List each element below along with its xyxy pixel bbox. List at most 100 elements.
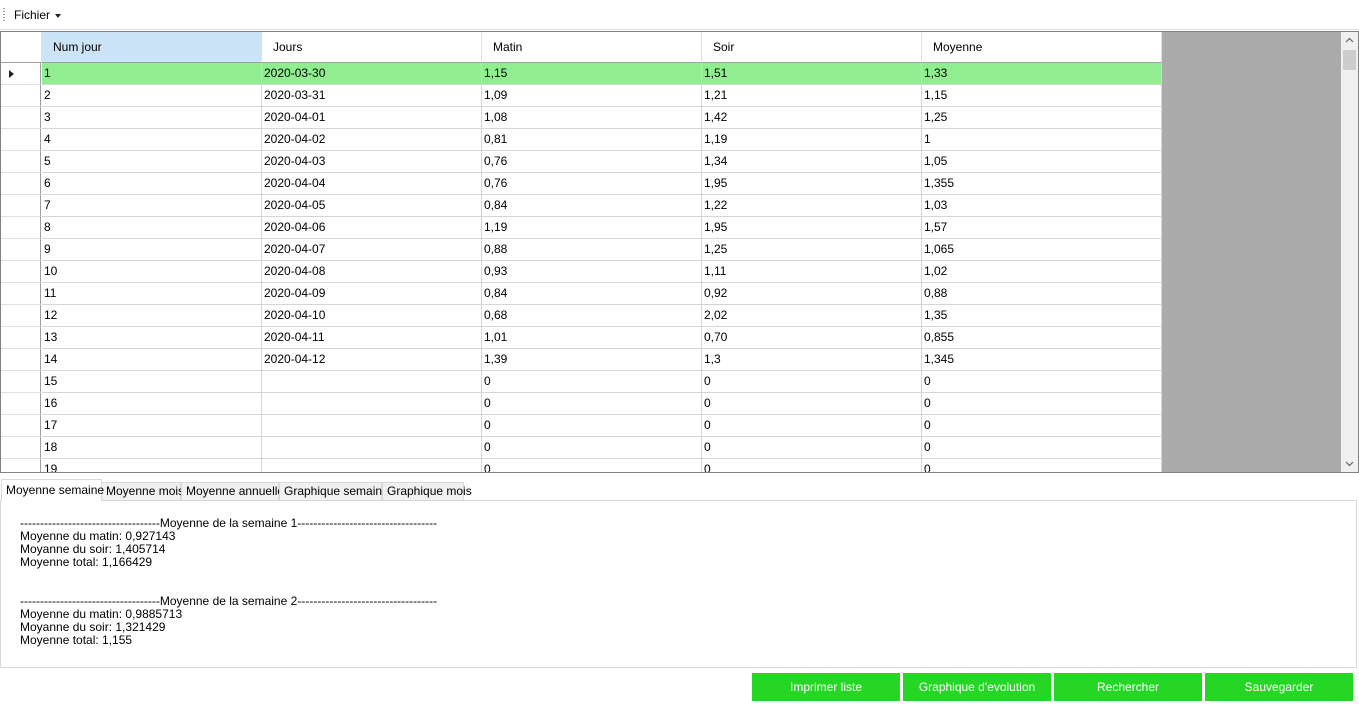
cell-soir[interactable]: 0: [702, 437, 922, 459]
cell-matin[interactable]: 0: [482, 393, 702, 415]
cell-soir[interactable]: 1,21: [702, 85, 922, 107]
print-list-button[interactable]: Imprimer liste: [752, 673, 900, 701]
table-row[interactable]: 5 2020-04-03 0,76 1,34 1,05: [1, 151, 1162, 173]
cell-matin[interactable]: 1,09: [482, 85, 702, 107]
cell-jours[interactable]: 2020-04-05: [262, 195, 482, 217]
cell-num-jour[interactable]: 13: [42, 327, 262, 349]
cell-matin[interactable]: 0: [482, 371, 702, 393]
row-header[interactable]: [1, 129, 41, 151]
cell-jours[interactable]: 2020-04-07: [262, 239, 482, 261]
table-row[interactable]: 16 0 0 0: [1, 393, 1162, 415]
cell-jours[interactable]: [262, 371, 482, 393]
file-menu[interactable]: Fichier: [9, 4, 66, 26]
cell-num-jour[interactable]: 10: [42, 261, 262, 283]
row-header[interactable]: [1, 107, 41, 129]
cell-soir[interactable]: 1,51: [702, 63, 922, 85]
cell-matin[interactable]: 0,84: [482, 283, 702, 305]
cell-jours[interactable]: 2020-04-09: [262, 283, 482, 305]
row-header[interactable]: [1, 217, 41, 239]
cell-soir[interactable]: 1,42: [702, 107, 922, 129]
cell-num-jour[interactable]: 14: [42, 349, 262, 371]
row-header[interactable]: [1, 261, 41, 283]
cell-soir[interactable]: 0: [702, 393, 922, 415]
cell-soir[interactable]: 2,02: [702, 305, 922, 327]
row-header[interactable]: [1, 239, 41, 261]
cell-jours[interactable]: 2020-04-10: [262, 305, 482, 327]
row-header[interactable]: [1, 437, 41, 459]
tab-moyenne-annuelle[interactable]: Moyenne annuelle: [181, 482, 284, 501]
cell-moyenne[interactable]: 0: [922, 415, 1162, 437]
row-header[interactable]: [1, 305, 41, 327]
evolution-chart-button[interactable]: Graphique d'evolution: [903, 673, 1051, 701]
table-row[interactable]: 1 2020-03-30 1,15 1,51 1,33: [1, 63, 1162, 85]
cell-soir[interactable]: 0: [702, 371, 922, 393]
cell-soir[interactable]: 1,25: [702, 239, 922, 261]
cell-jours[interactable]: [262, 415, 482, 437]
cell-soir[interactable]: 0,70: [702, 327, 922, 349]
cell-moyenne[interactable]: 1,33: [922, 63, 1162, 85]
cell-moyenne[interactable]: 1,15: [922, 85, 1162, 107]
cell-matin[interactable]: 1,01: [482, 327, 702, 349]
row-header[interactable]: [1, 327, 41, 349]
cell-moyenne[interactable]: 1,03: [922, 195, 1162, 217]
cell-num-jour[interactable]: 4: [42, 129, 262, 151]
cell-soir[interactable]: 1,95: [702, 173, 922, 195]
cell-moyenne[interactable]: 0,88: [922, 283, 1162, 305]
cell-num-jour[interactable]: 5: [42, 151, 262, 173]
cell-moyenne[interactable]: 0: [922, 437, 1162, 459]
tab-moyenne-mois[interactable]: Moyenne mois: [101, 482, 184, 501]
row-header[interactable]: [1, 151, 41, 173]
cell-jours[interactable]: 2020-04-02: [262, 129, 482, 151]
table-row[interactable]: 8 2020-04-06 1,19 1,95 1,57: [1, 217, 1162, 239]
cell-num-jour[interactable]: 2: [42, 85, 262, 107]
cell-matin[interactable]: 0,68: [482, 305, 702, 327]
cell-jours[interactable]: 2020-04-12: [262, 349, 482, 371]
cell-matin[interactable]: 0,76: [482, 151, 702, 173]
table-row[interactable]: 9 2020-04-07 0,88 1,25 1,065: [1, 239, 1162, 261]
cell-jours[interactable]: 2020-03-30: [262, 63, 482, 85]
table-row[interactable]: 10 2020-04-08 0,93 1,11 1,02: [1, 261, 1162, 283]
row-header[interactable]: [1, 459, 41, 472]
row-header[interactable]: [1, 63, 41, 85]
data-grid[interactable]: Num jour Jours Matin Soir Moyenne 1 2020-…: [0, 31, 1359, 473]
cell-jours[interactable]: 2020-04-03: [262, 151, 482, 173]
cell-num-jour[interactable]: 9: [42, 239, 262, 261]
row-header[interactable]: [1, 85, 41, 107]
row-header[interactable]: [1, 283, 41, 305]
table-row[interactable]: 15 0 0 0: [1, 371, 1162, 393]
cell-num-jour[interactable]: 15: [42, 371, 262, 393]
cell-moyenne[interactable]: 0: [922, 371, 1162, 393]
column-header-moyenne[interactable]: Moyenne: [922, 32, 1162, 63]
table-row[interactable]: 4 2020-04-02 0,81 1,19 1: [1, 129, 1162, 151]
cell-matin[interactable]: 0,93: [482, 261, 702, 283]
cell-jours[interactable]: 2020-04-01: [262, 107, 482, 129]
cell-soir[interactable]: 0,92: [702, 283, 922, 305]
cell-moyenne[interactable]: 1,05: [922, 151, 1162, 173]
cell-moyenne[interactable]: 0: [922, 459, 1162, 472]
cell-matin[interactable]: 0,76: [482, 173, 702, 195]
cell-num-jour[interactable]: 8: [42, 217, 262, 239]
cell-jours[interactable]: [262, 393, 482, 415]
cell-soir[interactable]: 0: [702, 415, 922, 437]
cell-jours[interactable]: [262, 459, 482, 472]
cell-matin[interactable]: 1,19: [482, 217, 702, 239]
grid-vertical-scrollbar[interactable]: [1341, 32, 1358, 472]
cell-moyenne[interactable]: 1,345: [922, 349, 1162, 371]
table-row[interactable]: 7 2020-04-05 0,84 1,22 1,03: [1, 195, 1162, 217]
cell-matin[interactable]: 0: [482, 459, 702, 472]
column-header-num-jour[interactable]: Num jour: [42, 32, 262, 63]
cell-num-jour[interactable]: 3: [42, 107, 262, 129]
search-button[interactable]: Rechercher: [1054, 673, 1202, 701]
table-row[interactable]: 3 2020-04-01 1,08 1,42 1,25: [1, 107, 1162, 129]
column-header-jours[interactable]: Jours: [262, 32, 482, 63]
cell-soir[interactable]: 1,19: [702, 129, 922, 151]
cell-num-jour[interactable]: 12: [42, 305, 262, 327]
cell-moyenne[interactable]: 1: [922, 129, 1162, 151]
cell-num-jour[interactable]: 7: [42, 195, 262, 217]
cell-jours[interactable]: [262, 437, 482, 459]
grid-corner-header[interactable]: [1, 32, 42, 63]
cell-num-jour[interactable]: 11: [42, 283, 262, 305]
cell-matin[interactable]: 1,39: [482, 349, 702, 371]
row-header[interactable]: [1, 195, 41, 217]
cell-soir[interactable]: 1,34: [702, 151, 922, 173]
